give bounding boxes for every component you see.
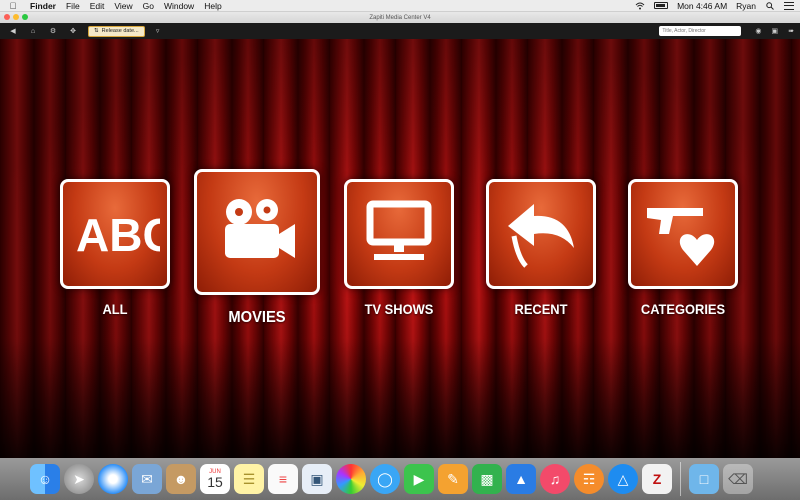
tv-icon [366, 200, 432, 260]
close-window-button[interactable] [4, 14, 10, 20]
finder-icon[interactable]: ☺ [30, 464, 60, 494]
view-eye-icon[interactable]: ◉ [755, 27, 761, 35]
menubar:  Finder File Edit View Go Window Help M… [0, 0, 800, 12]
movie-camera-icon [225, 199, 295, 258]
exit-icon[interactable]: ➠ [788, 27, 794, 35]
ibooks-icon[interactable]: ☶ [574, 464, 604, 494]
safari-icon[interactable]: ✦ [98, 464, 128, 494]
sort-dropdown[interactable]: ⇅ Release date... [88, 25, 145, 37]
menu-window[interactable]: Window [164, 1, 194, 11]
spotlight-search-icon[interactable] [765, 1, 775, 10]
mail-icon[interactable]: ✉ [132, 464, 162, 494]
abc-icon: ABC [76, 209, 160, 261]
settings-gear-icon[interactable]: ⚙ [46, 25, 60, 37]
trash-icon[interactable]: ⌫ [723, 464, 753, 494]
zoom-window-button[interactable] [22, 14, 28, 20]
window-controls [4, 14, 28, 20]
app-toolbar: ◀ ⌂ ⚙ ✥ ⇅ Release date... ▿ ◉ ▣ ➠ [0, 23, 800, 39]
downloads-folder-icon[interactable]: □ [689, 464, 719, 494]
itunes-icon[interactable]: ♫ [540, 464, 570, 494]
filter-icon[interactable]: ▿ [151, 25, 165, 37]
notification-center-icon[interactable] [784, 1, 794, 10]
dock: ☺ ➤ ✦ ✉ ☻ JUN 15 ☰ ≡ ▣ ◯ ▶ ✎ ▩ ▲ ♫ ☶ △ Z… [0, 458, 800, 500]
contacts-icon[interactable]: ☻ [166, 464, 196, 494]
back-arrow-icon [508, 204, 574, 268]
facetime-icon[interactable]: ▶ [404, 464, 434, 494]
photos-icon[interactable] [336, 464, 366, 494]
tile-tv-shows-label[interactable]: TV SHOWS [348, 301, 449, 317]
back-icon[interactable]: ◀ [6, 25, 20, 37]
menubar-user[interactable]: Ryan [736, 1, 756, 11]
tile-tv-shows[interactable] [344, 179, 454, 289]
battery-icon[interactable] [654, 2, 669, 9]
tile-movies-label[interactable]: MOVIES [199, 309, 315, 327]
apple-menu-icon[interactable]:  [6, 1, 20, 11]
preview-icon[interactable]: ▣ [302, 464, 332, 494]
window-titlebar: Zapiti Media Center V4 [0, 12, 800, 23]
sort-icon: ⇅ [94, 28, 99, 34]
tile-all-label[interactable]: ALL [64, 301, 165, 317]
tile-all[interactable]: ABC [60, 179, 170, 289]
minimize-window-button[interactable] [13, 14, 19, 20]
sort-label: Release date... [101, 28, 139, 34]
menu-app-finder[interactable]: Finder [30, 1, 56, 11]
fullscreen-icon[interactable]: ▣ [772, 27, 779, 35]
home-icon[interactable]: ⌂ [26, 25, 40, 37]
pages-icon[interactable]: ✎ [438, 464, 468, 494]
messages-icon[interactable]: ◯ [370, 464, 400, 494]
tile-categories[interactable] [628, 179, 738, 289]
reminders-icon[interactable]: ≡ [268, 464, 298, 494]
menu-edit[interactable]: Edit [90, 1, 105, 11]
calendar-day: 15 [207, 474, 223, 490]
wifi-icon[interactable] [635, 1, 645, 10]
calendar-icon[interactable]: JUN 15 [200, 464, 230, 494]
menu-view[interactable]: View [114, 1, 132, 11]
tile-movies[interactable] [194, 169, 320, 295]
launchpad-icon[interactable]: ➤ [64, 464, 94, 494]
numbers-icon[interactable]: ▩ [472, 464, 502, 494]
menubar-status-area: Mon 4:46 AM Ryan [635, 1, 794, 11]
zapiti-icon[interactable]: Z [642, 464, 672, 494]
menu-file[interactable]: File [66, 1, 80, 11]
curtain-stage: ABC ALL MOVIES TV SHOWS RECENT CATEGORIE… [0, 39, 800, 458]
tile-recent[interactable] [486, 179, 596, 289]
menu-help[interactable]: Help [204, 1, 221, 11]
move-crosshair-icon[interactable]: ✥ [66, 25, 80, 37]
keynote-icon[interactable]: ▲ [506, 464, 536, 494]
gun-heart-icon [647, 208, 715, 266]
menubar-clock[interactable]: Mon 4:46 AM [677, 1, 727, 11]
search-input[interactable] [659, 26, 742, 36]
dock-separator [680, 462, 681, 496]
toolbar-right-icons: ◉ ▣ ➠ [755, 27, 794, 35]
menu-go[interactable]: Go [143, 1, 154, 11]
abc-letters: ABC [76, 209, 160, 261]
window-title: Zapiti Media Center V4 [369, 14, 431, 21]
notes-icon[interactable]: ☰ [234, 464, 264, 494]
tile-categories-label[interactable]: CATEGORIES [623, 301, 743, 317]
app-store-icon[interactable]: △ [608, 464, 638, 494]
tile-recent-label[interactable]: RECENT [490, 301, 591, 317]
